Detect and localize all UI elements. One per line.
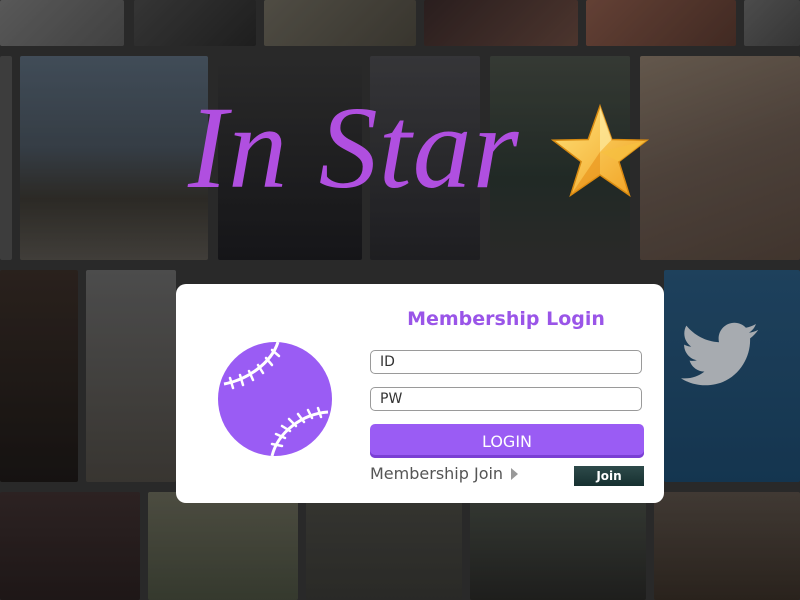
login-card: Membership Login LOGIN Membership Join J…: [176, 284, 664, 503]
join-button[interactable]: Join: [574, 466, 644, 486]
id-input[interactable]: [380, 354, 632, 370]
login-title: Membership Login: [407, 308, 605, 330]
id-field[interactable]: [370, 350, 642, 374]
brand-name: In Star: [188, 82, 520, 213]
star-icon: [550, 103, 650, 198]
login-button[interactable]: LOGIN: [370, 424, 644, 458]
triangle-right-icon: [511, 467, 519, 480]
brand-logo: In Star: [188, 78, 650, 218]
password-input[interactable]: [380, 391, 632, 407]
membership-join-label: Membership Join: [370, 464, 504, 483]
membership-join-link[interactable]: Membership Join: [370, 464, 519, 483]
baseball-icon: [218, 341, 332, 457]
pw-field[interactable]: [370, 387, 642, 411]
